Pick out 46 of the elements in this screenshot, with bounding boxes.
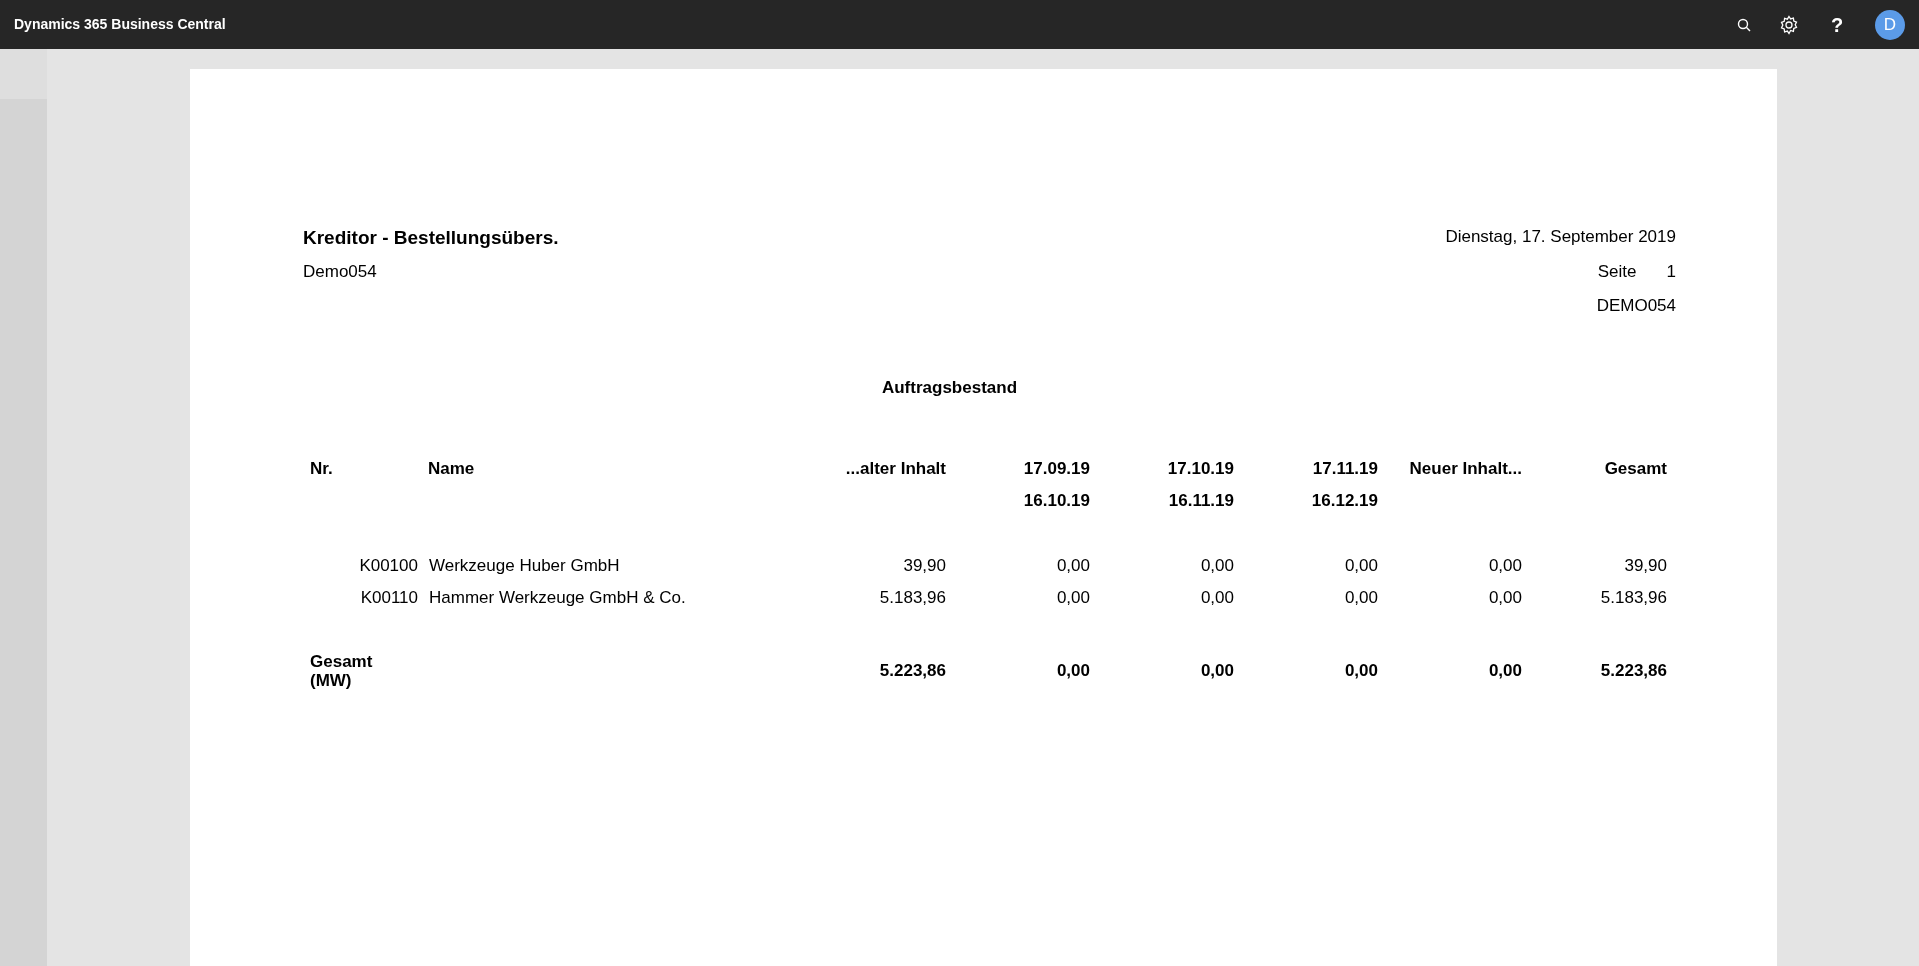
settings-icon[interactable] bbox=[1779, 14, 1799, 35]
app-title: Dynamics 365 Business Central bbox=[14, 15, 226, 34]
page-number: 1 bbox=[1666, 260, 1676, 283]
table-cell-text: 5.183,96 bbox=[1600, 587, 1667, 610]
table-cell-text: 0,00 bbox=[1056, 555, 1090, 578]
table-cell-text: 5.183,96 bbox=[879, 587, 946, 610]
column-header: Name bbox=[428, 458, 475, 480]
table-cell-text: 0,00 bbox=[1344, 587, 1378, 610]
table-cell-text: 39,90 bbox=[903, 555, 946, 578]
table-cell-text: 0,00 bbox=[1056, 587, 1090, 610]
total-cell-text: 5.223,86 bbox=[1600, 660, 1667, 683]
total-cell-text: 5.223,86 bbox=[879, 660, 946, 683]
user-id: DEMO054 bbox=[1596, 295, 1676, 317]
column-header: Gesamt bbox=[1604, 458, 1667, 480]
report-date: Dienstag, 17. September 2019 bbox=[1445, 226, 1676, 248]
section-title: Auftragsbestand bbox=[881, 376, 1018, 399]
table-cell-text: Hammer Werkzeuge GmbH & Co. bbox=[429, 587, 686, 610]
table-cell-text: 0,00 bbox=[1200, 555, 1234, 578]
table-cell-text: Werkzeuge Huber GmbH bbox=[429, 555, 620, 578]
column-header: 17.10.19 bbox=[1167, 458, 1234, 480]
search-icon[interactable] bbox=[1737, 17, 1751, 32]
page-label: Seite bbox=[1597, 260, 1637, 283]
column-header: 17.11.19 bbox=[1312, 458, 1378, 480]
column-header: 17.09.19 bbox=[1023, 458, 1090, 480]
table-cell-text: K00110 bbox=[360, 587, 418, 610]
table-cell-text: K00100 bbox=[359, 555, 418, 578]
total-label: (MW) bbox=[310, 671, 353, 690]
help-button[interactable]: ? bbox=[1827, 14, 1847, 35]
total-cell-text: 0,00 bbox=[1344, 660, 1378, 683]
column-header: 16.11.19 bbox=[1168, 489, 1234, 512]
report-title: Kreditor - Bestellungsübers. bbox=[303, 226, 559, 250]
table-cell-text: 39,90 bbox=[1624, 555, 1667, 578]
table-cell-text: 0,00 bbox=[1344, 555, 1378, 578]
table-cell-text: 0,00 bbox=[1488, 587, 1522, 610]
column-header: Neuer Inhalt... bbox=[1409, 458, 1522, 480]
total-cell-text: 0,00 bbox=[1200, 660, 1234, 683]
column-header: 16.12.19 bbox=[1311, 489, 1378, 512]
table-cell-text: 0,00 bbox=[1200, 587, 1234, 610]
total-cell-text: 0,00 bbox=[1488, 660, 1522, 683]
column-header: ...alter Inhalt bbox=[845, 458, 946, 480]
column-header: 16.10.19 bbox=[1023, 489, 1090, 512]
total-label: Gesamt bbox=[310, 652, 374, 671]
column-header: Nr. bbox=[310, 458, 333, 480]
total-cell-text: 0,00 bbox=[1056, 660, 1090, 683]
company-name: Demo054 bbox=[303, 260, 378, 283]
table-cell-text: 0,00 bbox=[1488, 555, 1522, 578]
